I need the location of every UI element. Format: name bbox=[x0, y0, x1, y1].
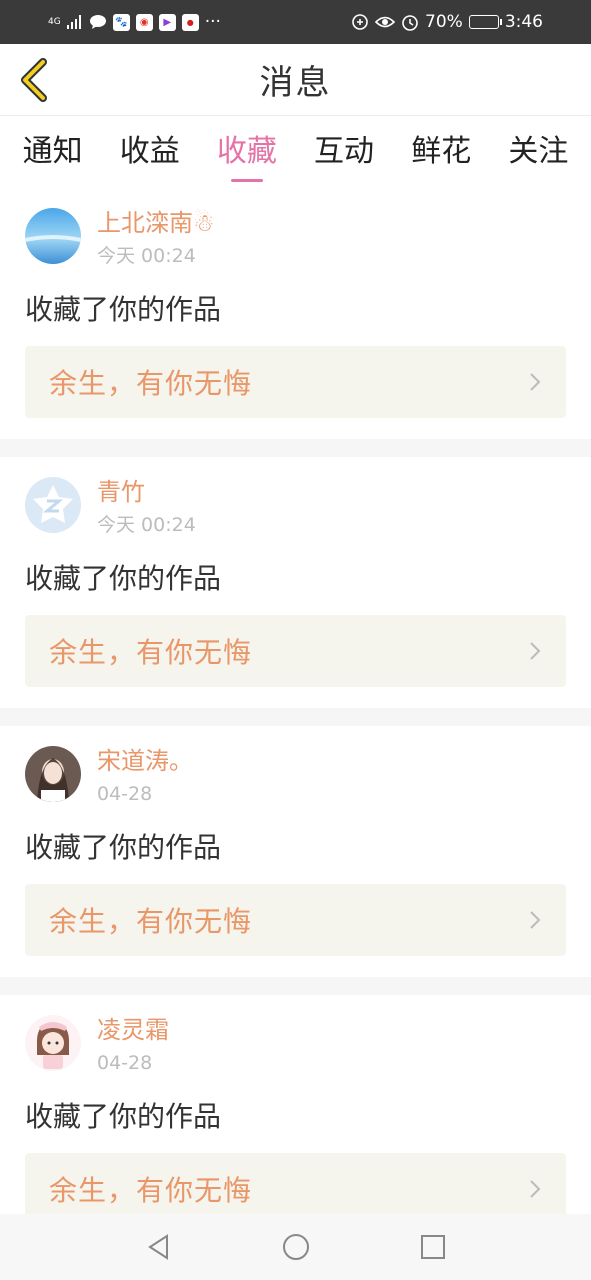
app-icon: ● bbox=[181, 13, 199, 31]
list-item: 青竹 今天 00:24 收藏了你的作品 余生，有你无悔 bbox=[0, 457, 591, 708]
chevron-right-icon bbox=[530, 373, 541, 391]
signal-icon bbox=[66, 15, 81, 29]
status-bar: 4G 🐾 ◉ ▶ ● ··· 70% 3:46 bbox=[0, 0, 591, 44]
user-name[interactable]: 凌灵霜 bbox=[97, 1013, 169, 1047]
network-label: 4G bbox=[48, 16, 61, 27]
list-item: 上北滦南☃ 今天 00:24 收藏了你的作品 余生，有你无悔 bbox=[0, 188, 591, 439]
chevron-right-icon bbox=[530, 911, 541, 929]
battery-icon bbox=[468, 15, 502, 29]
message-time: 04-28 bbox=[97, 1052, 153, 1074]
nav-home-button[interactable] bbox=[276, 1227, 316, 1267]
divider bbox=[0, 708, 591, 726]
divider bbox=[0, 439, 591, 457]
chevron-right-icon bbox=[530, 642, 541, 660]
more-notifications-icon: ··· bbox=[204, 12, 221, 32]
user-name[interactable]: 青竹 bbox=[97, 475, 196, 509]
clock: 3:46 bbox=[504, 12, 543, 32]
user-info: 凌灵霜 04-28 bbox=[97, 1013, 169, 1077]
tab-follows[interactable]: 关注 bbox=[506, 126, 570, 170]
avatar[interactable] bbox=[25, 477, 81, 533]
chevron-right-icon bbox=[530, 1180, 541, 1198]
user-info: 宋道涛。 04-28 bbox=[97, 744, 193, 808]
message-list: 上北滦南☃ 今天 00:24 收藏了你的作品 余生，有你无悔 青竹 今天 00:… bbox=[0, 188, 591, 1246]
tab-earnings[interactable]: 收益 bbox=[118, 126, 182, 170]
baidu-icon: 🐾 bbox=[112, 13, 130, 31]
tab-favorites[interactable]: 收藏 bbox=[215, 126, 279, 170]
circle-home-icon bbox=[282, 1234, 309, 1260]
triangle-back-icon bbox=[147, 1234, 168, 1260]
avatar[interactable] bbox=[25, 1015, 81, 1071]
message-text: 收藏了你的作品 bbox=[25, 562, 222, 595]
work-link[interactable]: 余生，有你无悔 bbox=[25, 346, 566, 418]
user-row: 青竹 今天 00:24 bbox=[25, 475, 566, 559]
weibo-icon: ◉ bbox=[135, 13, 153, 31]
video-icon: ▶ bbox=[158, 13, 176, 31]
battery-percent: 70% bbox=[425, 12, 463, 32]
user-name[interactable]: 宋道涛。 bbox=[97, 744, 193, 778]
user-name[interactable]: 上北滦南☃ bbox=[97, 206, 215, 240]
list-item: 宋道涛。 04-28 收藏了你的作品 余生，有你无悔 bbox=[0, 726, 591, 977]
avatar[interactable] bbox=[25, 746, 81, 802]
message-time: 04-28 bbox=[97, 783, 153, 805]
work-link[interactable]: 余生，有你无悔 bbox=[25, 884, 566, 956]
user-row: 上北滦南☃ 今天 00:24 bbox=[25, 206, 566, 290]
nav-back-button[interactable] bbox=[139, 1227, 179, 1267]
message-text: 收藏了你的作品 bbox=[25, 293, 222, 326]
alarm-icon bbox=[402, 15, 418, 31]
tab-bar: 通知 收益 收藏 互动 鲜花 关注 bbox=[0, 117, 591, 179]
work-title: 余生，有你无悔 bbox=[49, 367, 253, 400]
user-row: 宋道涛。 04-28 bbox=[25, 744, 566, 828]
message-text: 收藏了你的作品 bbox=[25, 831, 222, 864]
divider bbox=[0, 977, 591, 995]
system-nav-bar bbox=[0, 1214, 591, 1280]
user-row: 凌灵霜 04-28 bbox=[25, 1013, 566, 1097]
work-link[interactable]: 余生，有你无悔 bbox=[25, 615, 566, 687]
back-button[interactable] bbox=[14, 58, 54, 102]
message-time: 今天 00:24 bbox=[97, 514, 196, 536]
work-title: 余生，有你无悔 bbox=[49, 636, 253, 669]
status-left: 4G 🐾 ◉ ▶ ● ··· bbox=[48, 12, 221, 32]
user-info: 青竹 今天 00:24 bbox=[97, 475, 196, 539]
message-text: 收藏了你的作品 bbox=[25, 1100, 222, 1133]
work-title: 余生，有你无悔 bbox=[49, 1174, 253, 1207]
data-saver-icon bbox=[352, 14, 368, 30]
eye-icon bbox=[375, 16, 396, 28]
message-time: 今天 00:24 bbox=[97, 245, 196, 267]
status-right: 70% 3:46 bbox=[351, 12, 543, 32]
square-recents-icon bbox=[420, 1235, 445, 1259]
tab-flowers[interactable]: 鲜花 bbox=[409, 126, 473, 170]
avatar[interactable] bbox=[25, 208, 81, 264]
nav-recents-button[interactable] bbox=[413, 1227, 453, 1267]
message-icon bbox=[89, 15, 106, 29]
work-title: 余生，有你无悔 bbox=[49, 905, 253, 938]
user-info: 上北滦南☃ 今天 00:24 bbox=[97, 206, 215, 270]
tab-interactions[interactable]: 互动 bbox=[312, 126, 376, 170]
app-header: 消息 bbox=[0, 44, 591, 116]
list-item: 凌灵霜 04-28 收藏了你的作品 余生，有你无悔 bbox=[0, 995, 591, 1246]
back-arrow-icon bbox=[21, 58, 47, 102]
tab-notifications[interactable]: 通知 bbox=[21, 126, 85, 170]
page-title: 消息 bbox=[259, 63, 332, 103]
